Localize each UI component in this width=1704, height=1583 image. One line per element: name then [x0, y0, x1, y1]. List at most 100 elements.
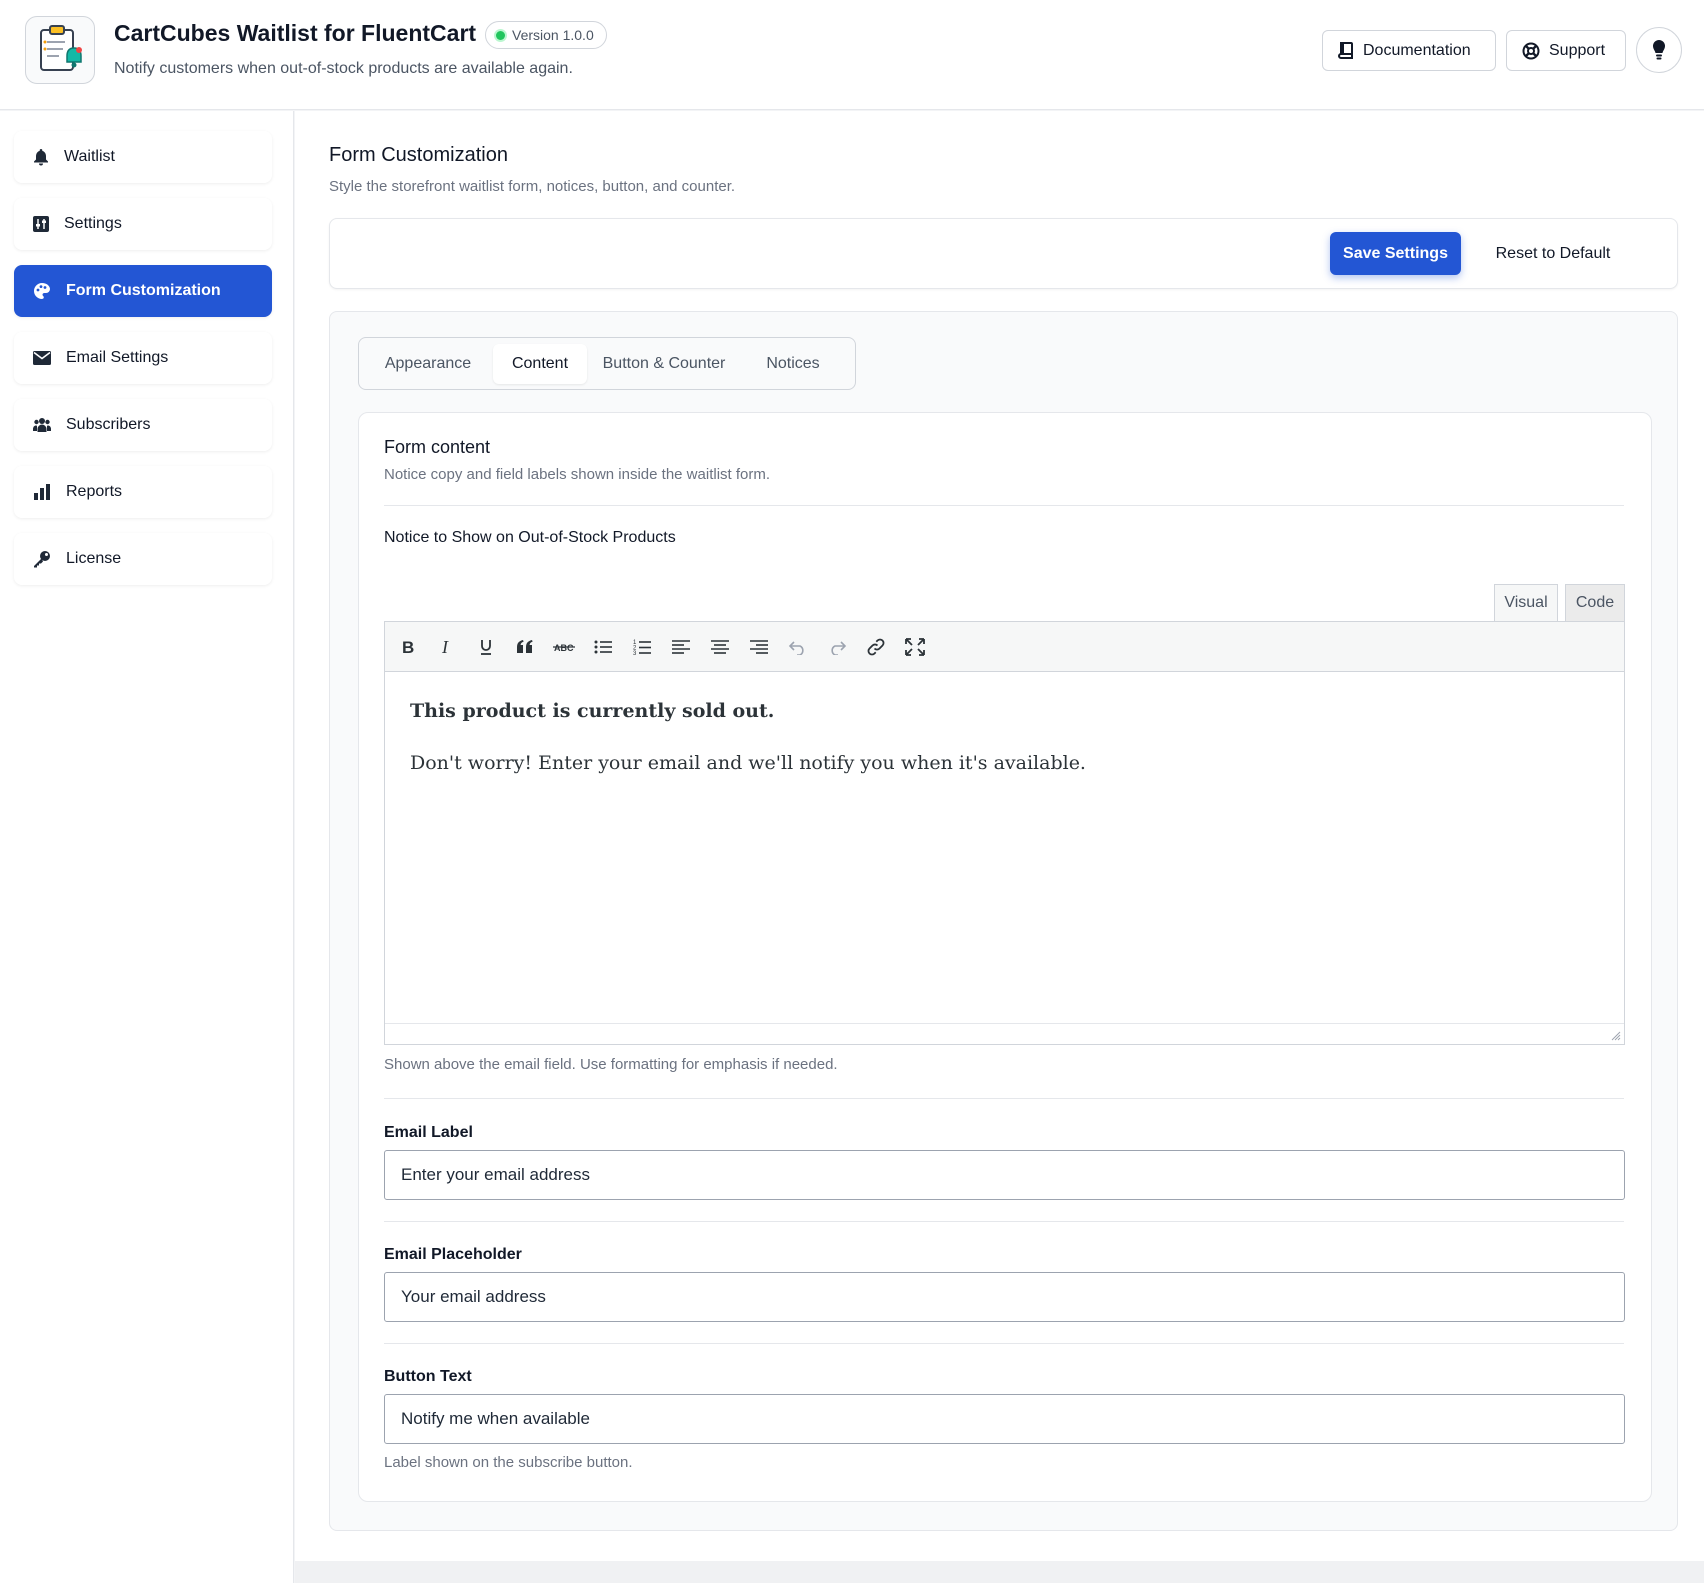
app-title: CartCubes Waitlist for FluentCart: [114, 20, 477, 46]
align-left-button[interactable]: [668, 634, 694, 660]
email-label-field-label: Email Label: [384, 1124, 473, 1141]
sidebar-item-waitlist[interactable]: Waitlist: [14, 131, 272, 183]
bullet-list-button[interactable]: [590, 634, 616, 660]
app-header: CartCubes Waitlist for FluentCart Versio…: [0, 0, 1704, 110]
support-label: Support: [1549, 41, 1606, 59]
numbered-list-button[interactable]: 123: [629, 634, 655, 660]
sidebar: Waitlist Settings Form Customization Ema…: [0, 111, 294, 1583]
notice-heading: This product is currently sold out.: [410, 700, 775, 722]
strikethrough-button[interactable]: ABC: [551, 634, 577, 660]
sidebar-item-label: Waitlist: [64, 148, 115, 165]
sidebar-item-label: Email Settings: [66, 349, 169, 366]
align-right-button[interactable]: [746, 634, 772, 660]
align-right-icon: [750, 640, 768, 654]
version-text: Version 1.0.0: [512, 27, 594, 43]
sidebar-item-license[interactable]: License: [14, 533, 272, 585]
customization-panel: Appearance Content Button & Counter Noti…: [329, 311, 1678, 1531]
sidebar-item-label: License: [66, 550, 122, 567]
action-bar: Save Settings Reset to Default: [329, 218, 1678, 289]
book-icon: [1338, 41, 1353, 59]
divider: [384, 1343, 1624, 1344]
card-description: Notice copy and field labels shown insid…: [384, 466, 771, 483]
page-title: Form Customization: [329, 144, 508, 166]
redo-button[interactable]: [824, 634, 850, 660]
svg-text:B: B: [402, 639, 414, 655]
sliders-icon: [33, 216, 49, 232]
clipboard-bell-icon: [40, 25, 82, 71]
notice-field-label: Notice to Show on Out-of-Stock Products: [384, 529, 676, 546]
page-subtitle: Style the storefront waitlist form, noti…: [329, 178, 736, 195]
blockquote-button[interactable]: [512, 634, 538, 660]
bullet-list-icon: [594, 640, 612, 654]
email-placeholder-field-label: Email Placeholder: [384, 1246, 522, 1263]
reset-to-default-button[interactable]: Reset to Default: [1478, 232, 1628, 275]
sidebar-item-label: Subscribers: [66, 416, 151, 433]
bell-icon: [34, 149, 48, 166]
sidebar-item-settings[interactable]: Settings: [14, 198, 272, 250]
italic-icon: I: [441, 639, 449, 655]
fullscreen-icon: [905, 638, 925, 656]
tab-notices[interactable]: Notices: [741, 344, 845, 384]
editor-tab-visual[interactable]: Visual: [1494, 584, 1558, 621]
tab-appearance[interactable]: Appearance: [367, 344, 489, 384]
align-center-button[interactable]: [707, 634, 733, 660]
email-label-input[interactable]: [384, 1150, 1625, 1200]
notice-body: Don't worry! Enter your email and we'll …: [410, 752, 1086, 774]
button-text-input[interactable]: [384, 1394, 1625, 1444]
italic-button[interactable]: I: [433, 634, 459, 660]
svg-text:I: I: [441, 639, 449, 655]
strikethrough-icon: ABC: [553, 643, 575, 653]
undo-button[interactable]: [785, 634, 811, 660]
align-center-icon: [711, 640, 729, 654]
svg-text:3: 3: [633, 651, 637, 656]
resize-handle-icon[interactable]: [1609, 1029, 1621, 1041]
fullscreen-button[interactable]: [902, 634, 928, 660]
svg-text:ABC: ABC: [554, 643, 574, 653]
underline-icon: [481, 640, 491, 655]
insert-link-button[interactable]: [863, 634, 889, 660]
sidebar-item-label: Settings: [64, 215, 122, 232]
sidebar-item-label: Form Customization: [66, 282, 221, 299]
main-content: Form Customization Style the storefront …: [295, 111, 1704, 1561]
app-subtitle: Notify customers when out-of-stock produ…: [114, 60, 573, 77]
bold-icon: B: [402, 639, 414, 655]
users-icon: [33, 418, 51, 432]
status-dot-icon: [496, 30, 505, 40]
save-settings-button[interactable]: Save Settings: [1330, 232, 1461, 275]
editor-content[interactable]: This product is currently sold out. Don'…: [410, 700, 1086, 774]
lightbulb-icon: [1653, 40, 1665, 60]
tab-bar: Appearance Content Button & Counter Noti…: [358, 337, 856, 390]
sidebar-item-reports[interactable]: Reports: [14, 466, 272, 518]
undo-icon: [788, 641, 804, 655]
button-text-help-text: Label shown on the subscribe button.: [384, 1454, 633, 1471]
tab-content[interactable]: Content: [493, 344, 587, 384]
key-icon: [34, 551, 50, 568]
divider: [384, 505, 1624, 506]
documentation-button[interactable]: Documentation: [1322, 30, 1496, 71]
divider: [384, 1098, 1624, 1099]
email-placeholder-input[interactable]: [384, 1272, 1625, 1322]
quote-icon: [517, 640, 533, 653]
editor-toolbar: B I ABC 1 2 3: [385, 622, 1624, 672]
sidebar-item-email-settings[interactable]: Email Settings: [14, 332, 272, 384]
bold-button[interactable]: B: [394, 634, 420, 660]
redo-icon: [831, 641, 847, 655]
divider: [384, 1221, 1624, 1222]
sidebar-item-label: Reports: [66, 483, 123, 500]
support-button[interactable]: Support: [1506, 30, 1626, 71]
underline-button[interactable]: [473, 634, 499, 660]
app-logo: [25, 16, 95, 84]
tab-button-counter[interactable]: Button & Counter: [591, 344, 737, 384]
sidebar-item-form-customization[interactable]: Form Customization: [14, 265, 272, 317]
numbered-list-icon: 123: [633, 640, 651, 656]
version-badge: Version 1.0.0: [485, 21, 607, 49]
card-title: Form content: [384, 437, 491, 457]
documentation-label: Documentation: [1363, 41, 1471, 59]
bar-chart-icon: [34, 484, 50, 500]
sidebar-item-subscribers[interactable]: Subscribers: [14, 399, 272, 451]
footer-strip: [295, 1561, 1704, 1583]
editor-tab-code[interactable]: Code: [1565, 584, 1625, 621]
notice-help-text: Shown above the email field. Use formatt…: [384, 1056, 838, 1073]
editor-status-bar: [385, 1023, 1624, 1044]
theme-toggle-button[interactable]: [1636, 27, 1682, 73]
